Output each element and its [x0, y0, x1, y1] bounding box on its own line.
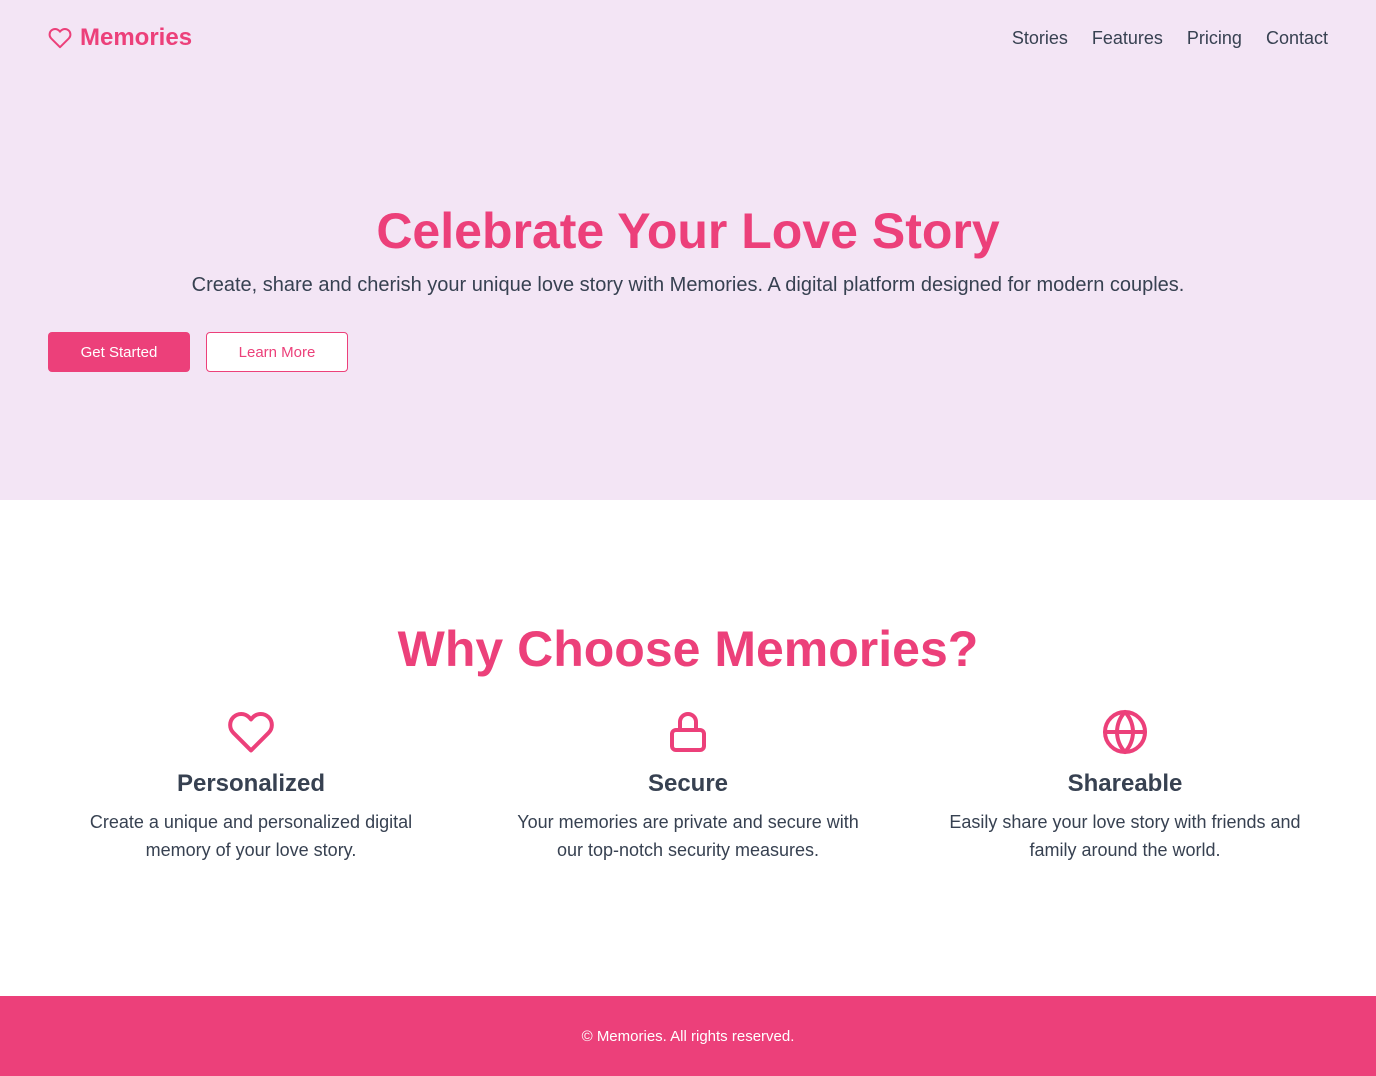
nav-links: Stories Features Pricing Contact [1012, 28, 1328, 49]
lock-icon [670, 712, 706, 752]
heart-icon [48, 28, 72, 49]
footer: © Memories. All rights reserved. [0, 996, 1376, 1076]
brand-logo[interactable]: Memories [48, 24, 192, 52]
get-started-button[interactable]: Get Started [48, 332, 190, 372]
feature-card-secure: Secure Your memories are private and sec… [488, 708, 888, 864]
footer-copyright: © Memories. All rights reserved. [581, 1027, 795, 1045]
globe-icon [1103, 710, 1147, 754]
feature-description: Easily share your love story with friend… [949, 812, 1301, 860]
learn-more-button[interactable]: Learn More [206, 332, 348, 372]
feature-card-shareable: Shareable Easily share your love story w… [925, 708, 1325, 864]
nav-link-contact[interactable]: Contact [1266, 28, 1328, 49]
hero-title: Celebrate Your Love Story [376, 203, 1000, 259]
hero-subtitle: Create, share and cherish your unique lo… [191, 274, 1185, 296]
feature-description: Your memories are private and secure wit… [517, 812, 859, 860]
feature-title: Shareable [1067, 770, 1183, 797]
nav-link-stories[interactable]: Stories [1012, 28, 1068, 49]
heart-icon [228, 711, 274, 753]
features-title: Why Choose Memories? [397, 621, 979, 677]
feature-title: Secure [647, 770, 729, 797]
feature-description: Create a unique and personalized digital… [89, 812, 413, 860]
top-nav: Memories Stories Features Pricing Contac… [0, 0, 1376, 80]
feature-card-personalized: Personalized Create a unique and persona… [51, 708, 451, 864]
brand-name: Memories [80, 24, 193, 51]
nav-link-pricing[interactable]: Pricing [1187, 28, 1242, 49]
feature-title: Personalized [176, 770, 326, 797]
hero-section: Memories Stories Features Pricing Contac… [0, 0, 1376, 500]
nav-link-features[interactable]: Features [1092, 28, 1163, 49]
